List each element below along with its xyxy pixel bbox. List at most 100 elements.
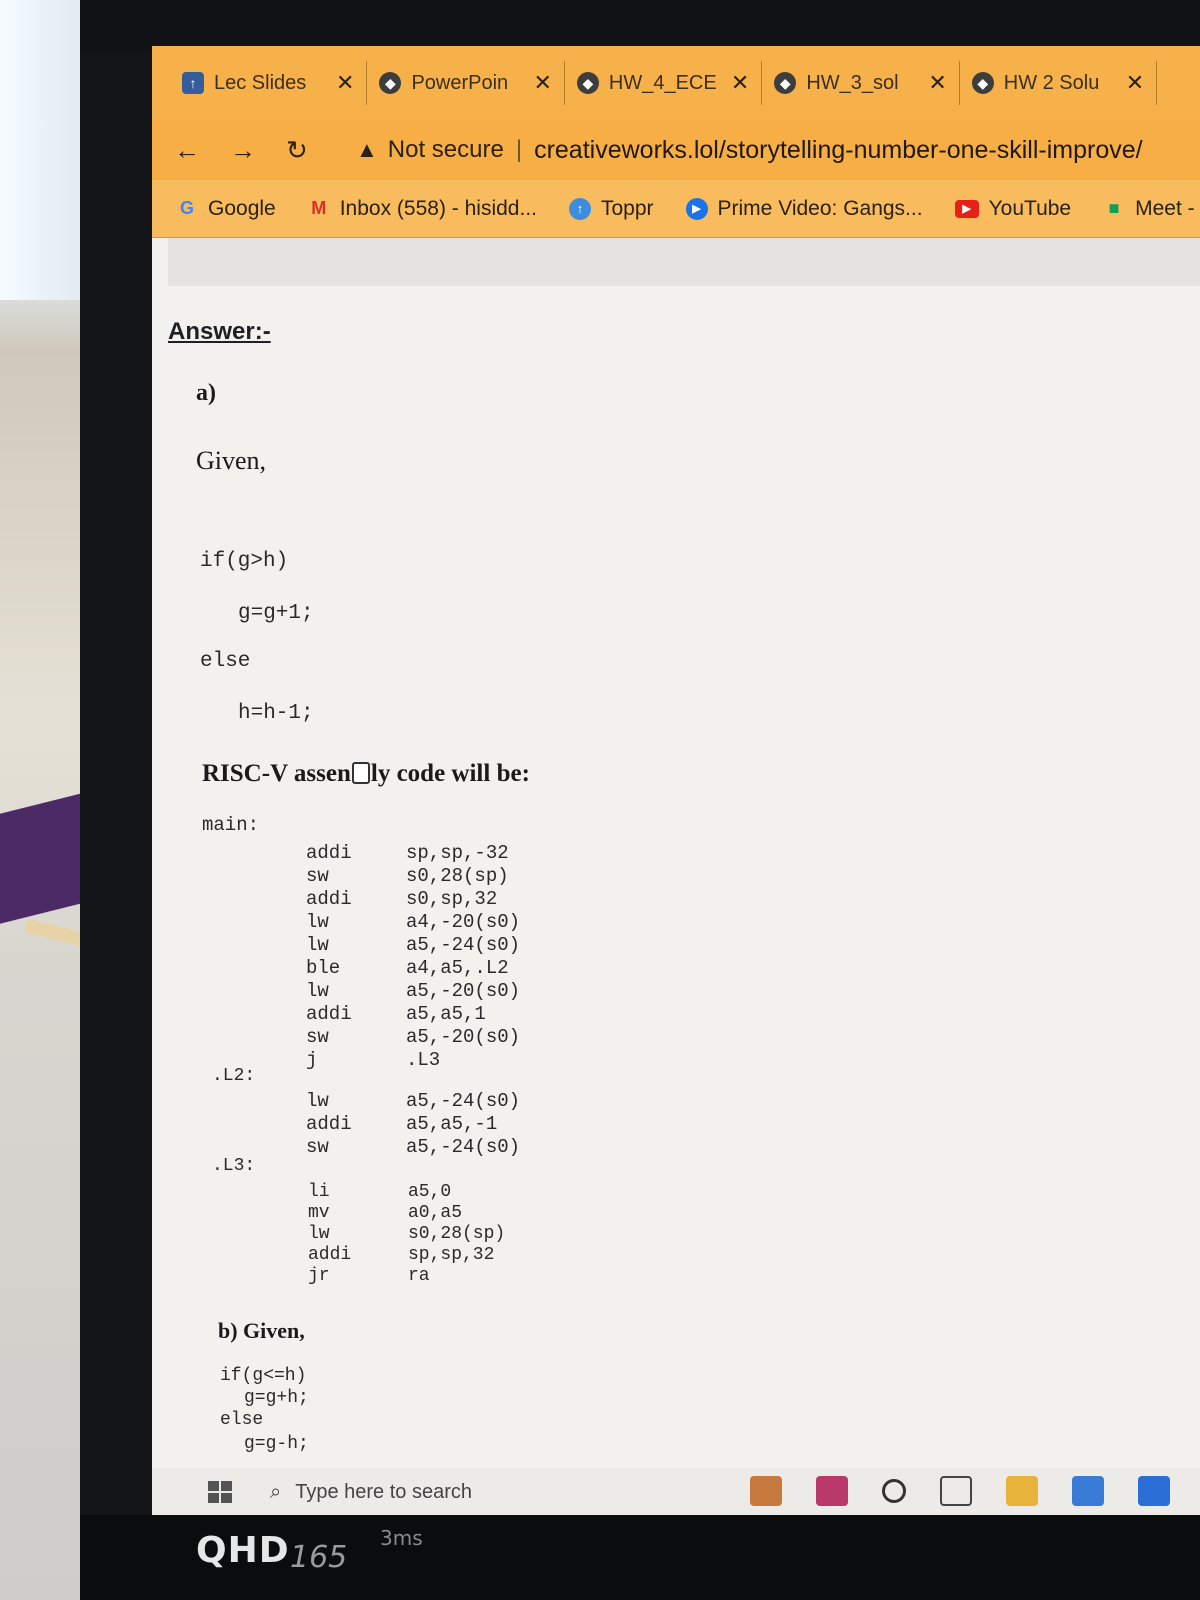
asm-args: a5,0 (408, 1182, 452, 1202)
bookmark-meet[interactable]: ■ Meet - (1103, 197, 1195, 221)
asm-args: a5,a5,-1 (406, 1113, 498, 1135)
bookmark-label: Meet - (1135, 196, 1195, 220)
asm-op: sw (306, 1136, 329, 1158)
reload-icon[interactable]: ↻ (286, 135, 342, 166)
asm-op: sw (306, 865, 329, 887)
bookmark-label: Inbox (558) - hisidd... (339, 196, 537, 220)
asm-row: addi a5,a5,-1 (306, 1113, 520, 1136)
asm-row: lw a5,-24(s0) (306, 1090, 520, 1113)
globe-icon: ◆ (379, 72, 402, 94)
asm-args: a5,-24(s0) (406, 1136, 521, 1158)
asm-args: s0,sp,32 (406, 888, 498, 910)
tab-hw2[interactable]: ◆ HW 2 Solu ✕ (960, 61, 1158, 105)
asm-op: li (308, 1182, 330, 1202)
forward-arrow-icon[interactable]: → (230, 135, 286, 166)
globe-icon: ◆ (576, 72, 599, 94)
given-label: Given, (196, 446, 267, 475)
tab-hw3[interactable]: ◆ HW_3_sol ✕ (762, 61, 960, 105)
cortana-icon[interactable] (882, 1479, 906, 1503)
tab-lec-slides[interactable]: ↑ Lec Slides ✕ (152, 61, 368, 105)
answer-heading: Answer:- (168, 318, 271, 345)
asm-row: lw a5,-20(s0) (306, 980, 520, 1003)
close-icon[interactable]: ✕ (1126, 70, 1144, 96)
asm-args: sp,sp,32 (408, 1245, 495, 1265)
asm-op: addi (306, 1113, 352, 1135)
tab-title: Lec Slides (214, 71, 307, 94)
asm-row: lw s0,28(sp) (308, 1224, 505, 1245)
asm-row: sw a5,-24(s0) (306, 1136, 520, 1159)
bookmark-prime-video[interactable]: ▶ Prime Video: Gangs... (685, 197, 923, 221)
asm-args: a5,-20(s0) (406, 980, 521, 1002)
asm-args: a5,-24(s0) (406, 1090, 521, 1112)
asm-op: addi (306, 1003, 352, 1025)
laptop-bezel-left (80, 0, 155, 1600)
back-arrow-icon[interactable]: ← (174, 135, 230, 166)
warning-icon[interactable]: ▲ (356, 137, 378, 163)
code-line: else (200, 650, 251, 673)
refresh-rate-badge: 165 (290, 1540, 348, 1575)
app-icon[interactable] (750, 1476, 782, 1506)
tab-title: PowerPoin (411, 71, 509, 94)
asm-op: ble (306, 957, 341, 979)
asm-args: a5,-24(s0) (406, 934, 521, 956)
bookmark-toppr[interactable]: ↑ Toppr (568, 197, 654, 221)
qhd-badge: QHD (196, 1530, 290, 1571)
close-icon[interactable]: ✕ (336, 70, 354, 96)
code-line: if(g>h) (200, 550, 289, 573)
tab-hw4[interactable]: ◆ HW_4_ECE ✕ (565, 61, 763, 105)
globe-icon: ◆ (971, 72, 994, 94)
asm-op: lw (306, 1090, 329, 1112)
taskbar-search-input[interactable]: Type here to search (295, 1481, 472, 1504)
asm-row: addi sp,sp,32 (308, 1245, 505, 1266)
search-icon[interactable]: ⌕ (270, 1481, 281, 1504)
main-label: main: (202, 814, 260, 836)
asm-row: jr ra (308, 1266, 505, 1287)
asm-op: addi (306, 888, 352, 910)
tab-powerpoint[interactable]: ◆ PowerPoin ✕ (367, 61, 565, 105)
bookmark-google[interactable]: G Google (176, 197, 276, 221)
bookmark-label: Google (208, 196, 276, 220)
file-explorer-icon[interactable] (1006, 1476, 1038, 1506)
windows-taskbar: ⌕ Type here to search (152, 1468, 1200, 1516)
asm-row: addi a5,a5,1 (306, 1003, 520, 1026)
tab-title: HW_3_sol (806, 71, 899, 94)
windows-start-icon[interactable] (208, 1481, 232, 1503)
close-icon[interactable]: ✕ (533, 70, 551, 96)
meet-icon: ■ (1108, 198, 1120, 218)
bookmarks-bar: G Google M Inbox (558) - hisidd... ↑ Top… (152, 180, 1200, 238)
l3-block: li a5,0 mv a0,a5 lw s0,28(sp) addi sp,sp,32 … (308, 1182, 505, 1287)
asm-row: j .L3 (306, 1049, 520, 1072)
app-icon[interactable] (816, 1476, 848, 1506)
code-line: g=g+h; (244, 1388, 309, 1408)
page-header-strip (168, 238, 1200, 286)
store-icon[interactable] (1072, 1476, 1104, 1506)
mail-icon[interactable] (1138, 1476, 1170, 1506)
window-glow (0, 0, 88, 300)
asm-row: sw a5,-20(s0) (306, 1026, 520, 1049)
asm-row: addi sp,sp,-32 (306, 842, 520, 865)
asm-op: lw (306, 934, 329, 956)
code-line: g=g+1; (238, 602, 314, 625)
asm-row: mv a0,a5 (308, 1203, 505, 1224)
riscv-heading-end: ly code will be: (370, 760, 530, 787)
asm-op: sw (306, 1026, 329, 1048)
url-field[interactable]: creativeworks.lol/storytelling-number-on… (534, 136, 1143, 165)
asm-op: lw (306, 980, 329, 1002)
security-status[interactable]: Not secure (388, 136, 504, 164)
response-time-badge: 3ms (380, 1526, 423, 1550)
asm-args: s0,28(sp) (406, 865, 509, 887)
asm-op: addi (306, 842, 352, 864)
mouse-cursor-icon (351, 762, 370, 784)
asm-row: lw a5,-24(s0) (306, 934, 520, 957)
globe-icon: ◆ (774, 72, 797, 94)
bookmark-inbox[interactable]: M Inbox (558) - hisidd... (308, 197, 537, 221)
gmail-icon: M (311, 198, 327, 218)
close-icon[interactable]: ✕ (731, 70, 749, 96)
code-line: if(g<=h) (220, 1366, 307, 1386)
asm-args: a4,a5,.L2 (406, 957, 509, 979)
tab-title: HW 2 Solu (1003, 71, 1100, 94)
task-view-icon[interactable] (940, 1476, 972, 1506)
close-icon[interactable]: ✕ (928, 70, 946, 96)
bookmark-youtube[interactable]: ▶ YouTube (954, 197, 1071, 221)
asm-op: lw (308, 1224, 330, 1244)
